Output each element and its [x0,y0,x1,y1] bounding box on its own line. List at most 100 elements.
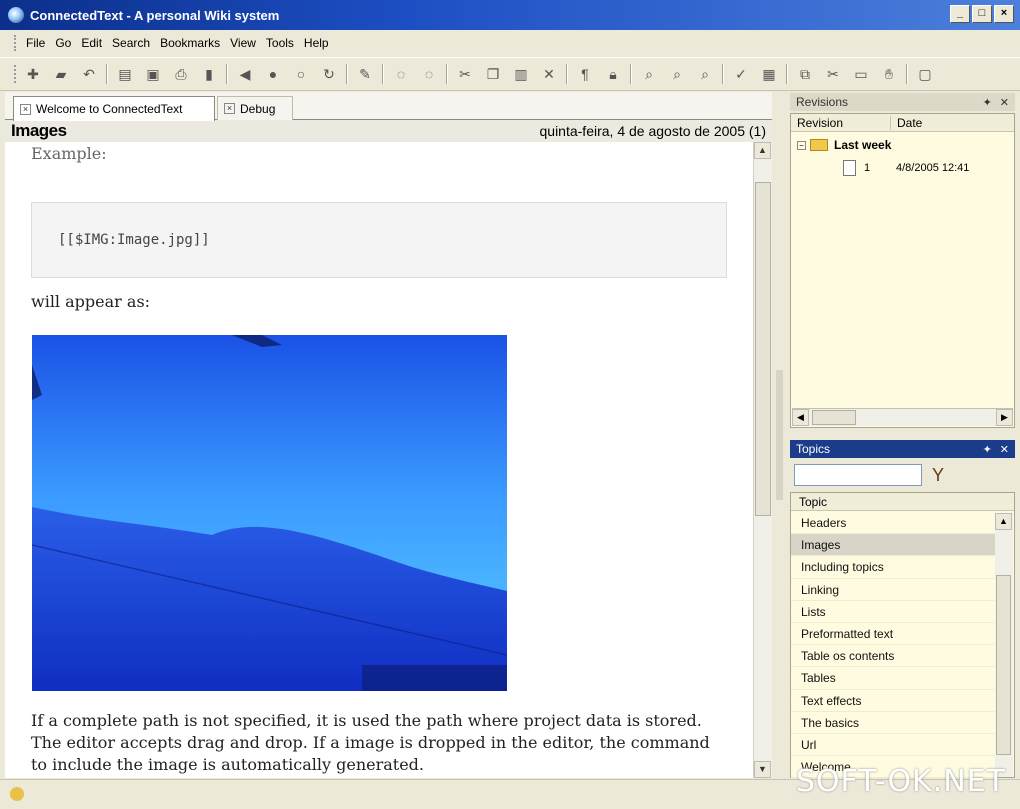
revision-group[interactable]: − Last week [797,138,891,152]
home-icon[interactable]: ○ [290,63,312,85]
topics-search-input[interactable] [794,464,922,486]
print-icon[interactable]: ⎙ [170,63,192,85]
menu-file[interactable]: File [21,34,50,52]
toolbar-grip [14,65,17,83]
list-item[interactable]: The basics [791,712,995,734]
document-header: Images quinta-feira, 4 de agosto de 2005… [5,120,772,142]
cut-icon[interactable]: ✂ [454,63,476,85]
scroll-right-icon[interactable]: ▶ [996,409,1013,426]
revision-date: 4/8/2005 12:41 [896,162,970,174]
delete-icon[interactable]: ✕ [538,63,560,85]
app-icon [8,7,24,23]
toolbar-separator [106,64,108,84]
menu-edit[interactable]: Edit [76,34,107,52]
topics-header: Topic [791,493,1014,511]
topics-title: Topics [796,442,831,456]
list-item[interactable]: Lists [791,601,995,623]
link-icon[interactable]: ⧉ [794,63,816,85]
toolbar-separator [226,64,228,84]
scroll-thumb[interactable] [755,182,771,516]
hand-icon[interactable]: ✋︎ [878,63,900,85]
document-scrollbar[interactable]: ▲ ▼ [753,142,772,778]
list-item[interactable]: Url [791,734,995,757]
tab-welcome[interactable]: × Welcome to ConnectedText [13,96,215,121]
close-button[interactable]: × [994,5,1014,23]
pin-icon[interactable]: ✦ [983,443,992,456]
revisions-title-bar: Revisions ✦ ✕ [790,93,1015,111]
new-icon[interactable]: ✚ [22,63,44,85]
toolbar-separator [722,64,724,84]
revisions-title: Revisions [796,95,849,109]
scroll-up-icon[interactable]: ▲ [754,142,771,159]
toolbar-separator [786,64,788,84]
pin-icon[interactable]: ✦ [983,96,992,109]
page-icon[interactable]: ▭ [850,63,872,85]
copy-icon[interactable]: ❐ [482,63,504,85]
undo-icon[interactable]: ↶ [78,63,100,85]
page-title: Images [11,121,67,140]
circle-icon[interactable]: ◌ [418,63,440,85]
menu-view[interactable]: View [225,34,261,52]
close-icon[interactable]: ✕ [1000,96,1009,109]
tab-close-icon[interactable]: × [224,103,235,114]
revisions-hscrollbar[interactable]: ◀ ▶ [792,408,1013,426]
scroll-left-icon[interactable]: ◀ [792,409,809,426]
bookmark-icon[interactable]: ▮ [198,63,220,85]
zoom-icon[interactable]: ▦ [758,63,780,85]
revisions-panel: Revision Date − Last week 1 4/8/2005 12:… [790,113,1015,428]
tab-debug[interactable]: × Debug [217,96,293,120]
window-icon[interactable]: ▢ [914,63,936,85]
find-next-icon[interactable]: ⌕ [666,63,688,85]
col-revision[interactable]: Revision [791,115,891,130]
window-title: ConnectedText - A personal Wiki system [30,7,280,23]
document-icon [843,160,856,176]
scroll-up-icon[interactable]: ▲ [995,513,1012,530]
maximize-button[interactable]: □ [972,5,992,23]
list-item[interactable]: Headers [791,512,995,535]
paste-icon[interactable]: ▥ [510,63,532,85]
topics-scrollbar[interactable]: ▲ [995,513,1013,777]
find-prev-icon[interactable]: ⌕ [694,63,716,85]
format-icon[interactable]: ¶ [574,63,596,85]
paste-icon[interactable]: ▤ [114,63,136,85]
menu-tools[interactable]: Tools [261,34,299,52]
menu-search[interactable]: Search [107,34,155,52]
menu-help[interactable]: Help [299,34,334,52]
tab-close-icon[interactable]: × [20,103,31,115]
refresh-icon[interactable]: ↻ [318,63,340,85]
list-item[interactable]: Preformatted text [791,623,995,646]
lock-icon[interactable]: 🔒︎ [602,63,624,85]
save-icon[interactable]: ▣ [142,63,164,85]
filter-icon[interactable]: Y [932,465,944,486]
scroll-thumb[interactable] [996,575,1011,755]
list-item[interactable]: Including topics [791,556,995,579]
list-item[interactable]: Tables [791,667,995,690]
search-icon[interactable]: ⌕ [638,63,660,85]
list-item[interactable]: Linking [791,579,995,601]
circle-icon[interactable]: ◌ [390,63,412,85]
collapse-icon[interactable]: − [797,140,806,150]
document-body[interactable]: Example: [[$IMG:Image.jpg]] will appear … [5,142,753,778]
edit-icon[interactable]: ✎ [354,63,376,85]
revision-row[interactable]: 1 4/8/2005 12:41 [843,160,969,176]
scissors-icon[interactable]: ✂ [822,63,844,85]
list-item[interactable]: Text effects [791,690,995,712]
list-item[interactable]: Images [791,534,995,557]
menu-go[interactable]: Go [50,34,76,52]
forward-icon[interactable]: ● [262,63,284,85]
scroll-thumb[interactable] [812,410,856,425]
splitter-handle[interactable] [776,370,783,500]
scroll-down-icon[interactable]: ▼ [754,761,771,778]
close-icon[interactable]: ✕ [1000,443,1009,456]
open-icon[interactable]: ▰ [50,63,72,85]
tab-label: Debug [240,101,276,116]
spell-icon[interactable]: ✓ [730,63,752,85]
minimize-button[interactable]: _ [950,5,970,23]
toolbar-separator [446,64,448,84]
toolbar: ✚ ▰ ↶ ▤ ▣ ⎙ ▮ ◀ ● ○ ↻ ✎ ◌ ◌ ✂ ❐ ▥ ✕ ¶ 🔒︎… [0,57,1020,91]
col-topic[interactable]: Topic [799,495,827,509]
back-icon[interactable]: ◀ [234,63,256,85]
col-date[interactable]: Date [891,116,922,130]
list-item[interactable]: Table os contents [791,645,995,668]
menu-bookmarks[interactable]: Bookmarks [155,34,225,52]
